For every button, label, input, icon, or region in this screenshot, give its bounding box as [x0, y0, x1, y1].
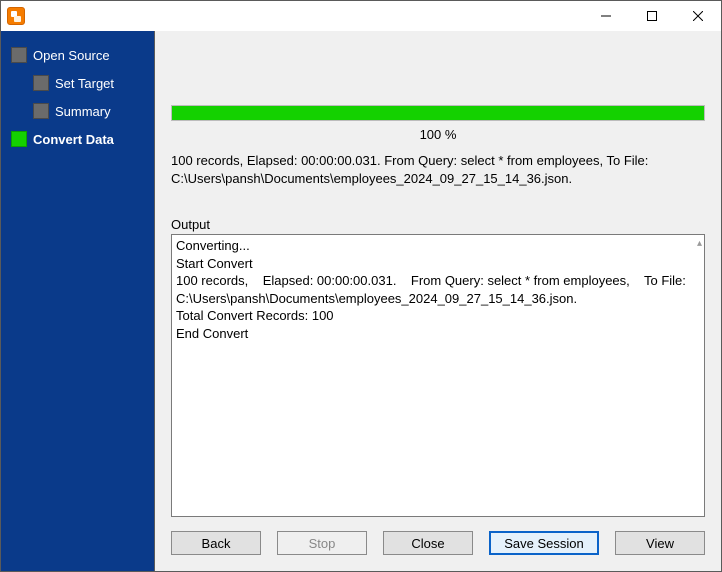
minimize-button[interactable]	[583, 1, 629, 31]
step-label: Set Target	[55, 76, 114, 91]
maximize-icon	[647, 11, 657, 21]
wizard-sidebar: Open Source Set Target Summary Convert D…	[1, 31, 155, 571]
step-label: Open Source	[33, 48, 110, 63]
progress-bar	[171, 105, 705, 121]
close-icon	[693, 11, 703, 21]
main-panel: 100 % 100 records, Elapsed: 00:00:00.031…	[155, 31, 721, 571]
step-label: Summary	[55, 104, 111, 119]
stop-button: Stop	[277, 531, 367, 555]
app-icon	[7, 7, 25, 25]
content-area: 100 % 100 records, Elapsed: 00:00:00.031…	[155, 31, 721, 517]
save-session-button[interactable]: Save Session	[489, 531, 599, 555]
step-box-icon	[33, 103, 49, 119]
progress-label: 100 %	[171, 121, 705, 152]
step-open-source[interactable]: Open Source	[1, 41, 155, 69]
scroll-up-icon: ▴	[697, 237, 702, 251]
maximize-button[interactable]	[629, 1, 675, 31]
body: Open Source Set Target Summary Convert D…	[1, 31, 721, 571]
step-convert-data[interactable]: Convert Data	[1, 125, 155, 153]
close-window-button[interactable]	[675, 1, 721, 31]
step-box-icon	[11, 47, 27, 63]
step-summary[interactable]: Summary	[1, 97, 155, 125]
titlebar	[1, 1, 721, 31]
view-button[interactable]: View	[615, 531, 705, 555]
top-spacer	[171, 31, 705, 105]
output-label: Output	[171, 217, 705, 234]
output-textarea[interactable]: ▴ Converting... Start Convert 100 records…	[171, 234, 705, 517]
titlebar-left	[1, 7, 31, 25]
wizard-steps: Open Source Set Target Summary Convert D…	[1, 41, 155, 153]
summary-text: 100 records, Elapsed: 00:00:00.031. From…	[171, 152, 705, 217]
output-text: Converting... Start Convert 100 records,…	[176, 238, 690, 341]
step-label: Convert Data	[33, 132, 114, 147]
step-box-icon	[11, 131, 27, 147]
step-set-target[interactable]: Set Target	[1, 69, 155, 97]
button-row: Back Stop Close Save Session View	[155, 517, 721, 571]
minimize-icon	[601, 11, 611, 21]
progress-section: 100 %	[171, 105, 705, 152]
app-window: Open Source Set Target Summary Convert D…	[0, 0, 722, 572]
step-box-icon	[33, 75, 49, 91]
window-controls	[583, 1, 721, 31]
close-button[interactable]: Close	[383, 531, 473, 555]
back-button[interactable]: Back	[171, 531, 261, 555]
progress-fill	[172, 106, 704, 120]
